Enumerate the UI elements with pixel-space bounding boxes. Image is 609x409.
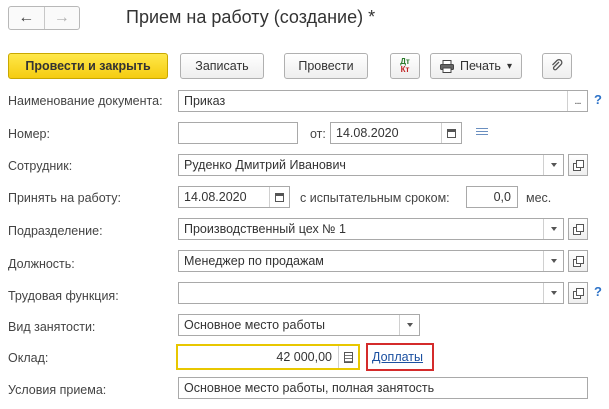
open-department-button[interactable] (568, 218, 588, 240)
page-title: Прием на работу (создание) * (126, 7, 376, 27)
employment-type-select[interactable]: Основное место работы (178, 314, 420, 336)
allowances-link[interactable]: Доплаты (372, 350, 423, 364)
doc-name-value: Приказ (184, 94, 226, 108)
post-button[interactable]: Провести (284, 53, 368, 79)
employment-type-value: Основное место работы (184, 318, 326, 332)
calendar-icon (275, 192, 284, 202)
attach-button[interactable] (542, 53, 572, 79)
open-position-button[interactable] (568, 250, 588, 272)
probation-field[interactable]: 0,0 (466, 186, 518, 208)
navigation-group: ← → (8, 6, 80, 30)
select-button[interactable]: ... (567, 91, 587, 111)
conditions-value: Основное место работы, полная занятость (184, 381, 435, 395)
labor-function-label: Трудовая функция: (8, 289, 119, 303)
department-label: Подразделение: (8, 224, 103, 238)
number-field[interactable] (178, 122, 298, 144)
position-field[interactable]: Менеджер по продажам (178, 250, 564, 272)
chevron-down-icon: ▾ (506, 60, 512, 72)
calendar-button[interactable] (441, 123, 461, 143)
position-value: Менеджер по продажам (184, 254, 324, 268)
arrow-right-icon: → (53, 9, 70, 26)
salary-value: 42 000,00 (276, 350, 332, 364)
probation-value: 0,0 (493, 190, 511, 204)
printer-icon (440, 59, 454, 73)
doc-date-field[interactable]: 14.08.2020 (330, 122, 462, 144)
labor-function-field[interactable] (178, 282, 564, 304)
calculator-button[interactable] (338, 346, 358, 368)
back-button[interactable]: ← (9, 7, 45, 29)
save-button[interactable]: Записать (180, 53, 264, 79)
calendar-button[interactable] (269, 187, 289, 207)
employee-value: Руденко Дмитрий Иванович (184, 158, 346, 172)
calendar-icon (447, 128, 456, 138)
open-icon (573, 288, 584, 299)
dt-kt-button[interactable]: Дт Кт (390, 53, 420, 79)
department-value: Производственный цех № 1 (184, 222, 346, 236)
help-icon[interactable]: ? (594, 284, 602, 299)
employee-field[interactable]: Руденко Дмитрий Иванович (178, 154, 564, 176)
post-and-close-button[interactable]: Провести и закрыть (8, 53, 168, 79)
conditions-field[interactable]: Основное место работы, полная занятость (178, 377, 588, 399)
hire-date-label: Принять на работу: (8, 191, 121, 205)
number-label: Номер: (8, 127, 50, 141)
open-icon (573, 256, 584, 267)
probation-label: с испытательным сроком: (300, 191, 450, 205)
arrow-left-icon: ← (18, 9, 35, 26)
probation-unit-label: мес. (526, 191, 552, 205)
hire-date-field[interactable]: 14.08.2020 (178, 186, 290, 208)
date-from-label: от: (310, 127, 326, 141)
forward-button[interactable]: → (45, 7, 80, 29)
conditions-label: Условия приема: (8, 383, 107, 397)
open-icon (573, 224, 584, 235)
salary-label: Оклад: (8, 351, 49, 365)
help-icon[interactable]: ? (594, 92, 602, 107)
print-button[interactable]: Печать ▾ (430, 53, 522, 79)
dropdown-arrow-icon[interactable] (543, 155, 563, 175)
paperclip-icon (552, 59, 563, 71)
dropdown-arrow-icon[interactable] (399, 315, 419, 335)
open-labor-function-button[interactable] (568, 282, 588, 304)
dropdown-arrow-icon[interactable] (543, 251, 563, 271)
doc-name-label: Наименование документа: (8, 94, 163, 108)
dt-kt-icon: Дт Кт (400, 57, 410, 74)
dropdown-arrow-icon[interactable] (543, 283, 563, 303)
salary-field[interactable]: 42 000,00 (176, 344, 360, 370)
doc-date-value: 14.08.2020 (336, 126, 399, 140)
open-employee-button[interactable] (568, 154, 588, 176)
hire-date-value: 14.08.2020 (184, 190, 247, 204)
print-label: Печать (460, 59, 501, 73)
doc-name-field[interactable]: Приказ ... (178, 90, 588, 112)
employment-type-label: Вид занятости: (8, 320, 96, 334)
list-icon[interactable] (476, 128, 488, 137)
calculator-icon (344, 351, 353, 363)
open-icon (573, 160, 584, 171)
employee-label: Сотрудник: (8, 159, 73, 173)
position-label: Должность: (8, 257, 75, 271)
department-field[interactable]: Производственный цех № 1 (178, 218, 564, 240)
dropdown-arrow-icon[interactable] (543, 219, 563, 239)
